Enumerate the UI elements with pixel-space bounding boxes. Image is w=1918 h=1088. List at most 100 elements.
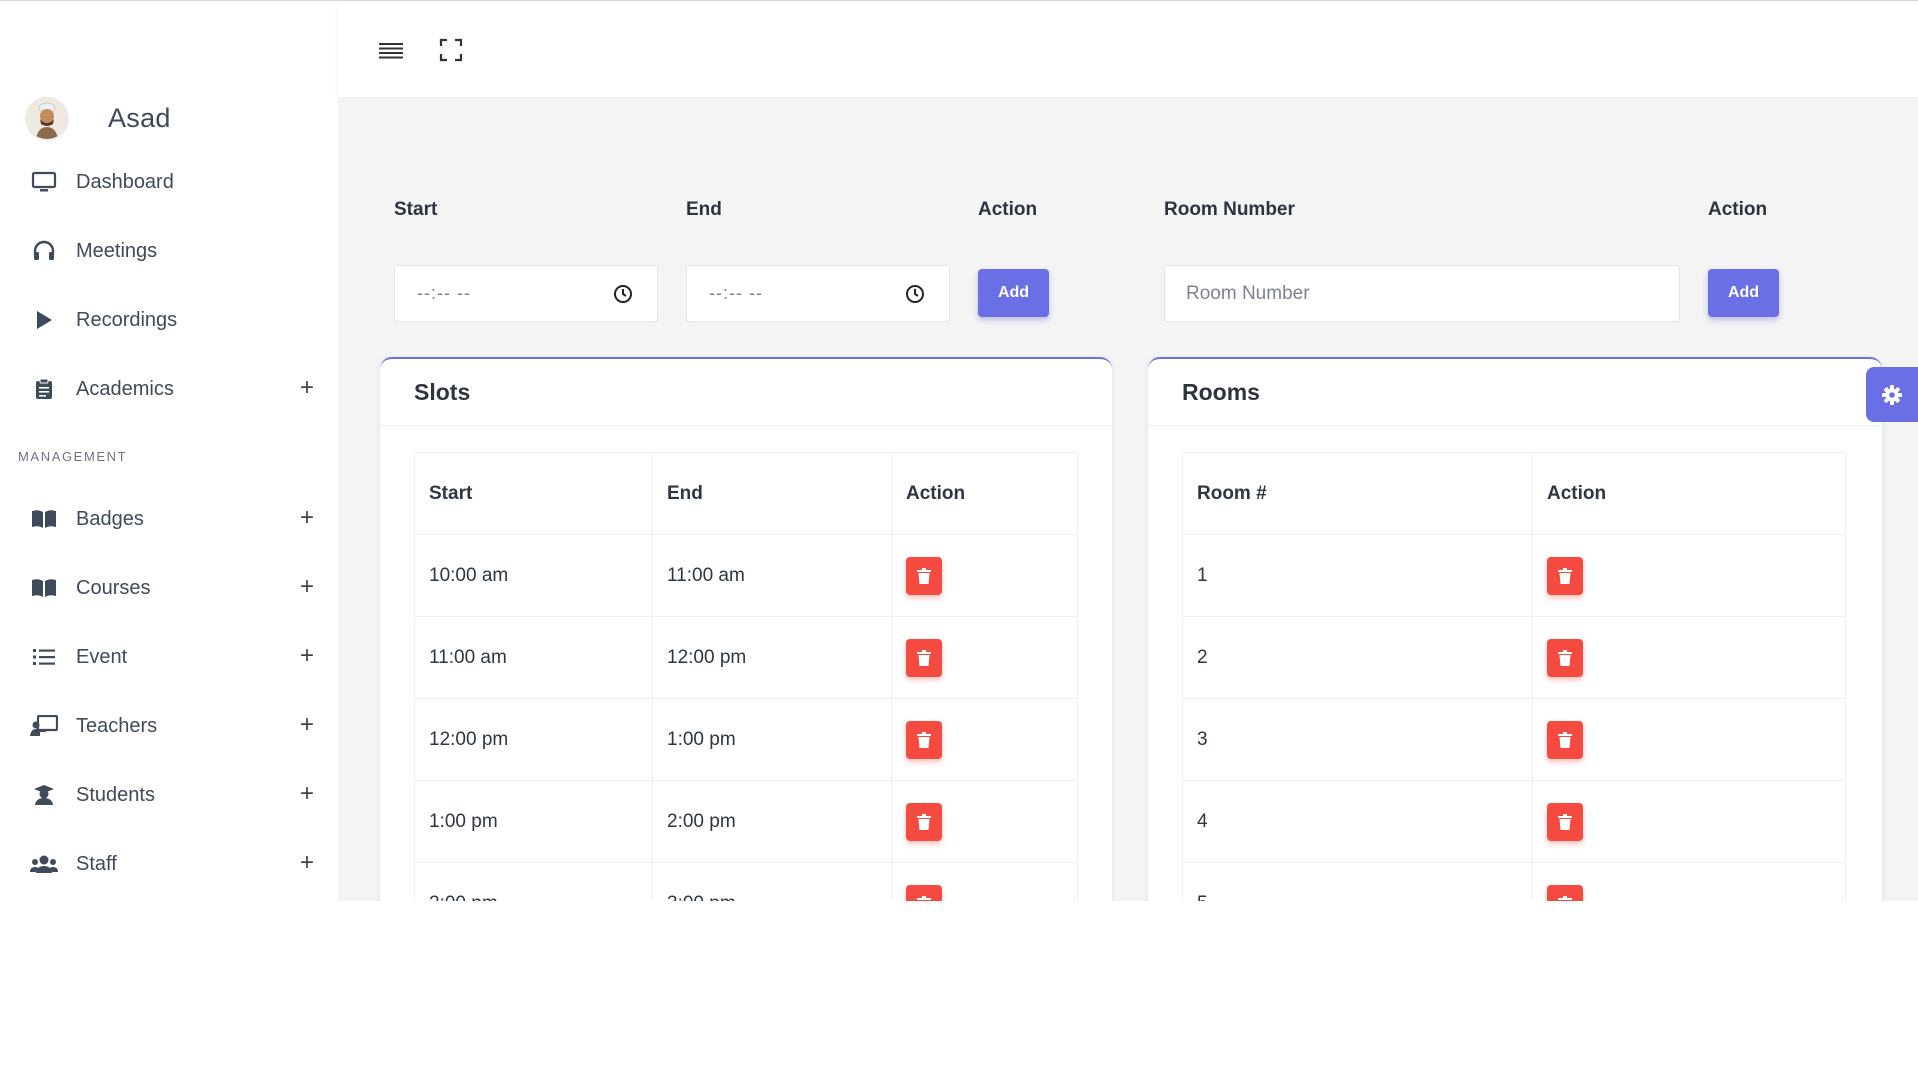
- trash-icon: [1558, 895, 1572, 901]
- sidebar-item-label: Badges: [76, 507, 144, 530]
- table-row: 5: [1182, 862, 1846, 901]
- room-number-label: Room Number: [1164, 199, 1295, 220]
- slot-end: 3:00 pm: [652, 862, 892, 901]
- sidebar-item-staff[interactable]: Staff +: [30, 844, 320, 884]
- app-window: Asad Dashboard Meetings Recordings Acade…: [0, 0, 1918, 1088]
- slot-start: 10:00 am: [414, 534, 653, 617]
- slot-action-cell: [891, 534, 1078, 617]
- delete-button[interactable]: [906, 802, 942, 841]
- delete-button[interactable]: [1547, 802, 1583, 841]
- topbar: [338, 1, 1918, 97]
- delete-button[interactable]: [906, 720, 942, 759]
- hamburger-icon[interactable]: [378, 37, 404, 63]
- add-slot-button[interactable]: Add: [978, 269, 1049, 317]
- delete-button[interactable]: [906, 556, 942, 595]
- trash-icon: [1558, 813, 1572, 830]
- expand-icon[interactable]: +: [300, 849, 314, 877]
- table-row: 1:00 pm 2:00 pm: [414, 780, 1078, 863]
- end-time-value: --:-- --: [709, 283, 763, 303]
- add-room-button[interactable]: Add: [1708, 269, 1779, 317]
- sidebar-item-label: Recordings: [76, 308, 178, 331]
- table-header-row: Room # Action: [1182, 452, 1846, 535]
- expand-icon[interactable]: +: [300, 642, 314, 670]
- sidebar-item-students[interactable]: Students +: [30, 775, 320, 815]
- end-label: End: [686, 199, 722, 220]
- headphones-icon: [30, 239, 58, 263]
- settings-toggle-button[interactable]: [1866, 367, 1918, 422]
- sidebar-item-label: Event: [76, 645, 128, 668]
- sidebar-item-courses[interactable]: Courses +: [30, 568, 320, 608]
- trash-icon: [917, 731, 931, 748]
- sidebar-item-academics[interactable]: Academics +: [30, 369, 320, 409]
- start-time-value: --:-- --: [417, 283, 471, 303]
- sidebar-item-teachers[interactable]: Teachers +: [30, 706, 320, 746]
- trash-icon: [1558, 567, 1572, 584]
- slot-start: 11:00 am: [414, 616, 653, 699]
- delete-button[interactable]: [1547, 884, 1583, 901]
- sidebar-item-recordings[interactable]: Recordings: [30, 300, 320, 340]
- expand-icon[interactable]: +: [300, 374, 314, 402]
- table-row: 2: [1182, 616, 1846, 699]
- delete-button[interactable]: [906, 638, 942, 677]
- room-action-cell: [1532, 780, 1846, 863]
- delete-button[interactable]: [1547, 638, 1583, 677]
- sidebar-item-label: Academics: [76, 377, 174, 400]
- table-row: 3: [1182, 698, 1846, 781]
- slots-card: Slots Start End Action 10:00 am 11:00 am: [380, 357, 1112, 901]
- room-number: 4: [1182, 780, 1533, 863]
- slot-action-cell: [891, 616, 1078, 699]
- rooms-title: Rooms: [1182, 379, 1260, 405]
- slot-end: 12:00 pm: [652, 616, 892, 699]
- trash-icon: [1558, 649, 1572, 666]
- sidebar-item-event[interactable]: Event +: [30, 637, 320, 677]
- sidebar-item-badges[interactable]: Badges +: [30, 499, 320, 539]
- sidebar-item-dashboard[interactable]: Dashboard: [30, 162, 320, 202]
- sidebar-item-label: Staff: [76, 852, 117, 875]
- user-profile[interactable]: Asad: [26, 93, 171, 143]
- room-action-cell: [1532, 534, 1846, 617]
- users-icon: [30, 852, 58, 876]
- book-icon: [30, 576, 58, 600]
- slot-start: 12:00 pm: [414, 698, 653, 781]
- avatar: [26, 97, 68, 139]
- room-number: 5: [1182, 862, 1533, 901]
- room-number: 2: [1182, 616, 1533, 699]
- start-label: Start: [394, 199, 438, 220]
- expand-icon[interactable]: +: [300, 711, 314, 739]
- clock-icon[interactable]: [905, 284, 925, 304]
- sidebar-item-label: Dashboard: [76, 170, 174, 193]
- sidebar-item-meetings[interactable]: Meetings: [30, 231, 320, 271]
- room-number-input[interactable]: [1164, 265, 1680, 322]
- rooms-card: Rooms Room # Action 1 2 3 4: [1148, 357, 1882, 901]
- column-header-action: Action: [1532, 452, 1846, 535]
- clock-icon[interactable]: [613, 284, 633, 304]
- list-icon: [30, 645, 58, 669]
- expand-icon[interactable]: +: [300, 504, 314, 532]
- monitor-icon: [30, 170, 58, 194]
- delete-button[interactable]: [1547, 720, 1583, 759]
- end-time-input[interactable]: --:-- --: [686, 265, 950, 322]
- start-time-input[interactable]: --:-- --: [394, 265, 658, 322]
- column-header-end: End: [652, 452, 892, 535]
- table-row: 2:00 pm 3:00 pm: [414, 862, 1078, 901]
- room-action-label: Action: [1708, 199, 1768, 220]
- delete-button[interactable]: [1547, 556, 1583, 595]
- table-header-row: Start End Action: [414, 452, 1078, 535]
- room-action-cell: [1532, 862, 1846, 901]
- trash-icon: [917, 813, 931, 830]
- divider: [1148, 425, 1882, 426]
- delete-button[interactable]: [906, 884, 942, 901]
- main-content: Start End Action Room Number Action --:-…: [338, 97, 1918, 901]
- fullscreen-icon[interactable]: [438, 37, 464, 63]
- sidebar: Asad Dashboard Meetings Recordings Acade…: [0, 1, 338, 901]
- slot-action-cell: [891, 698, 1078, 781]
- room-action-cell: [1532, 698, 1846, 781]
- gear-icon: [1882, 384, 1902, 405]
- play-icon: [30, 308, 58, 332]
- trash-icon: [917, 649, 931, 666]
- column-header-action: Action: [891, 452, 1078, 535]
- table-row: 10:00 am 11:00 am: [414, 534, 1078, 617]
- expand-icon[interactable]: +: [300, 780, 314, 808]
- expand-icon[interactable]: +: [300, 573, 314, 601]
- slots-title: Slots: [414, 379, 471, 405]
